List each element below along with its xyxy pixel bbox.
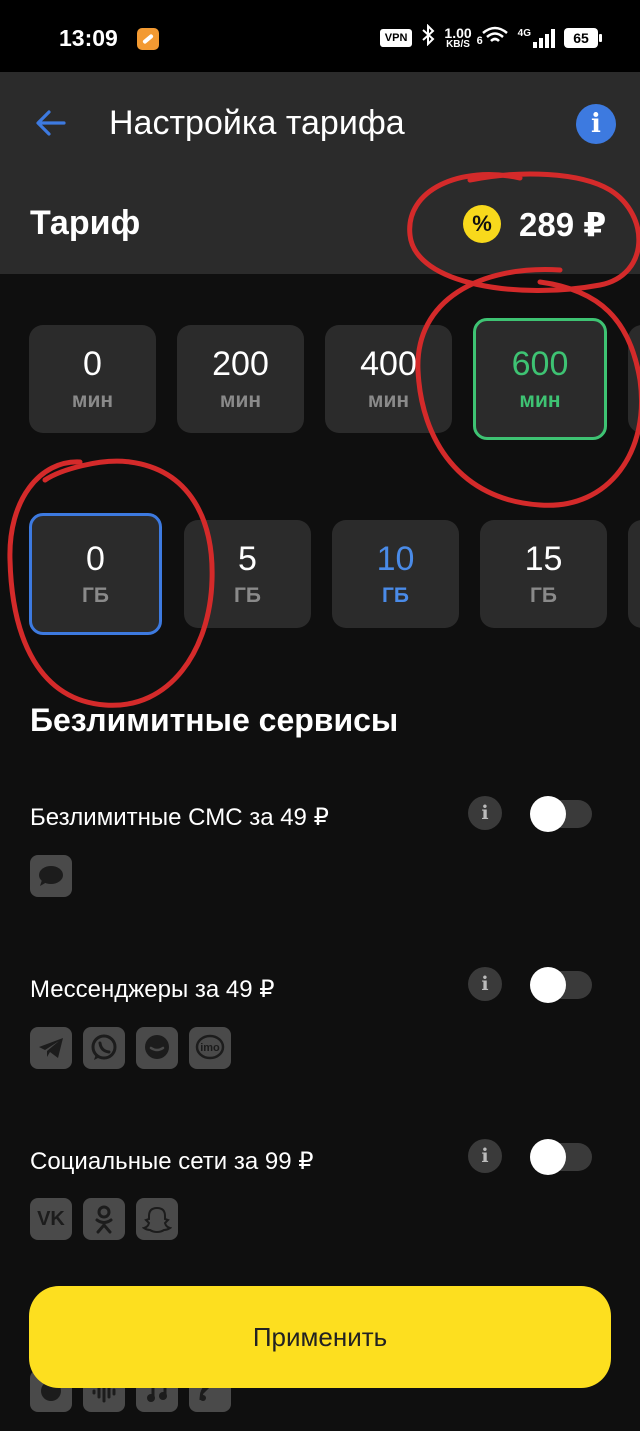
minutes-value: 0 bbox=[83, 345, 102, 383]
gigabytes-value: 0 bbox=[86, 540, 105, 578]
toggle-knob bbox=[530, 967, 566, 1003]
gigabytes-unit: ГБ bbox=[382, 584, 409, 607]
gigabytes-option-10[interactable]: 10 ГБ bbox=[332, 520, 459, 628]
cellular-signal-icon: 4G bbox=[518, 28, 555, 48]
vk-icon: VK bbox=[30, 1198, 72, 1240]
gigabytes-option-5[interactable]: 5 ГБ bbox=[184, 520, 311, 628]
gigabytes-unit: ГБ bbox=[530, 584, 557, 607]
telegram-icon bbox=[30, 1027, 72, 1069]
minutes-unit: мин bbox=[367, 389, 410, 412]
whatsapp-icon bbox=[83, 1027, 125, 1069]
back-arrow-icon[interactable] bbox=[34, 106, 68, 140]
gigabytes-value: 10 bbox=[376, 540, 415, 578]
info-icon[interactable]: i bbox=[576, 104, 616, 144]
service-messengers-info-icon[interactable]: i bbox=[468, 967, 502, 1001]
notification-app-icon bbox=[137, 28, 159, 50]
vpn-icon: VPN bbox=[379, 29, 413, 47]
status-bar: 13:09 VPN 1.00 KB/S 6 4G 65 bbox=[0, 0, 640, 72]
toggle-knob bbox=[530, 796, 566, 832]
tariff-price: 289 ₽ bbox=[519, 206, 607, 243]
minutes-unit: мин bbox=[519, 389, 561, 412]
service-social-toggle[interactable] bbox=[530, 1139, 592, 1175]
bluetooth-icon bbox=[421, 23, 435, 52]
status-time: 13:09 bbox=[59, 25, 118, 51]
wifi-icon: 6 bbox=[477, 25, 509, 52]
service-social-icons: VK bbox=[30, 1198, 178, 1240]
service-messengers-label: Мессенджеры за 49 ₽ bbox=[30, 976, 275, 1003]
network-speed: 1.00 KB/S bbox=[444, 25, 472, 50]
minutes-unit: мин bbox=[71, 389, 114, 412]
service-sms-label: Безлимитные СМС за 49 ₽ bbox=[30, 804, 329, 831]
minutes-value: 400 bbox=[360, 345, 417, 383]
service-messengers-icons: imo bbox=[30, 1027, 231, 1069]
sms-icon bbox=[30, 855, 72, 897]
minutes-option-next[interactable] bbox=[628, 325, 640, 433]
minutes-value: 600 bbox=[511, 345, 569, 383]
service-sms-info-icon[interactable]: i bbox=[468, 796, 502, 830]
service-social-label: Социальные сети за 99 ₽ bbox=[30, 1148, 314, 1175]
minutes-option-0[interactable]: 0 мин bbox=[29, 325, 156, 433]
page-title: Настройка тарифа bbox=[109, 104, 405, 142]
service-sms-icons bbox=[30, 855, 72, 897]
minutes-option-600-selected[interactable]: 600 мин bbox=[473, 318, 607, 440]
minutes-option-200[interactable]: 200 мин bbox=[177, 325, 304, 433]
snapchat-icon bbox=[136, 1198, 178, 1240]
gigabytes-option-next[interactable] bbox=[628, 520, 640, 628]
minutes-unit: мин bbox=[219, 389, 262, 412]
wifi-label: 6 bbox=[476, 34, 483, 47]
gigabytes-value: 15 bbox=[524, 540, 563, 578]
gigabytes-value: 5 bbox=[238, 540, 257, 578]
service-social-info-icon[interactable]: i bbox=[468, 1139, 502, 1173]
tariff-summary: Тариф % 289 ₽ bbox=[0, 174, 640, 274]
battery-icon: 65 bbox=[564, 28, 602, 48]
imo-icon: imo bbox=[189, 1027, 231, 1069]
status-icons: VPN 1.00 KB/S 6 4G 65 bbox=[379, 23, 602, 52]
gigabytes-option-0-selected[interactable]: 0 ГБ bbox=[29, 513, 162, 635]
gigabytes-unit: ГБ bbox=[82, 584, 109, 607]
imo-icon-text: imo bbox=[200, 1042, 220, 1054]
service-messengers-toggle[interactable] bbox=[530, 967, 592, 1003]
app-bar: Настройка тарифа i bbox=[0, 72, 640, 174]
tariff-label: Тариф bbox=[30, 204, 141, 242]
gigabytes-unit: ГБ bbox=[234, 584, 261, 607]
tamtam-icon bbox=[136, 1027, 178, 1069]
gigabytes-option-15[interactable]: 15 ГБ bbox=[480, 520, 607, 628]
discount-icon: % bbox=[463, 205, 501, 243]
toggle-knob bbox=[530, 1139, 566, 1175]
apply-button[interactable]: Применить bbox=[29, 1286, 611, 1388]
odnoklassniki-icon bbox=[83, 1198, 125, 1240]
minutes-value: 200 bbox=[212, 345, 269, 383]
services-title: Безлимитные сервисы bbox=[30, 702, 399, 738]
service-sms-toggle[interactable] bbox=[530, 796, 592, 832]
minutes-option-400[interactable]: 400 мин bbox=[325, 325, 452, 433]
